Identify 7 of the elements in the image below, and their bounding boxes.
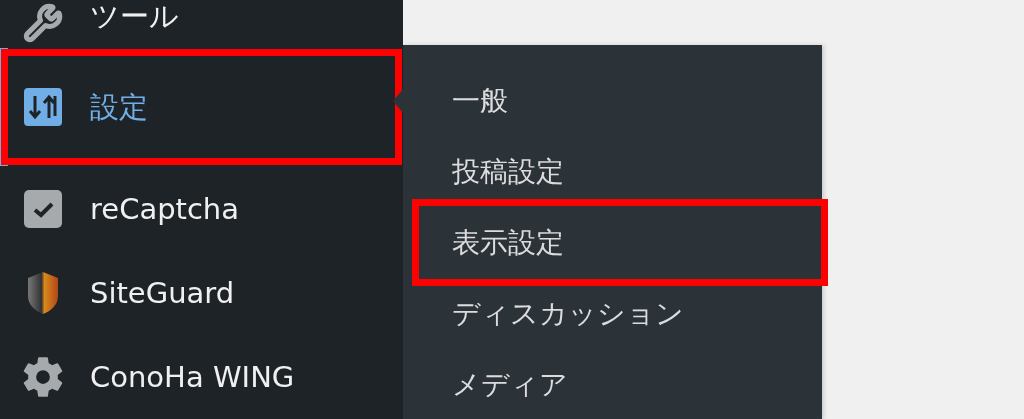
menu-item[interactable]: 設定 (0, 47, 403, 167)
submenu-item[interactable]: メディア (403, 349, 822, 419)
menu-item[interactable]: SiteGuard (0, 250, 403, 335)
submenu-item[interactable]: 一般 (403, 65, 822, 136)
menu-item[interactable]: ConoHa WING (0, 334, 403, 419)
menu-item[interactable]: ツール (0, 0, 403, 48)
menu-item[interactable]: reCaptcha (0, 166, 403, 251)
